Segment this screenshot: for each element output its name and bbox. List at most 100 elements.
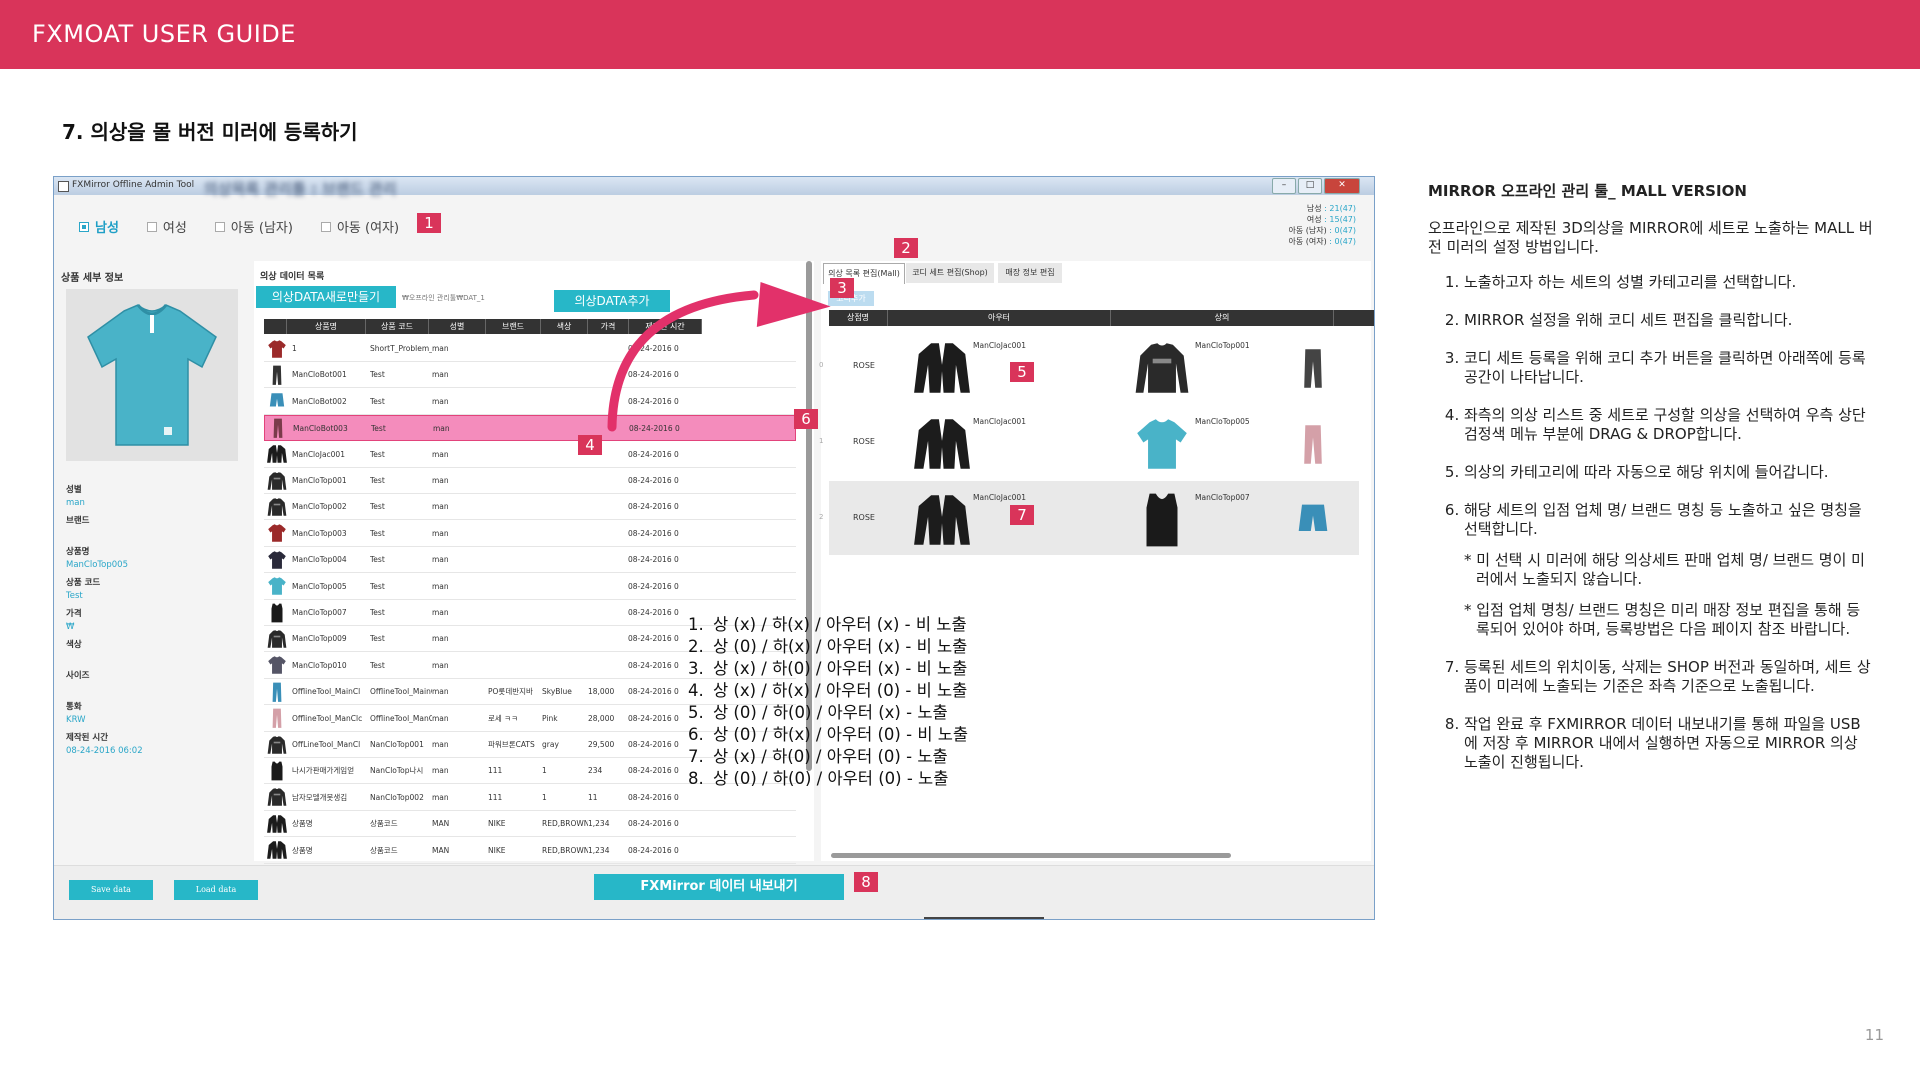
tank-icon [271,761,283,781]
row-cell-gender: MAN [432,845,450,855]
list-header-cell[interactable]: 성별 [429,319,486,334]
export-button[interactable]: FXMirror 데이터 내보내기 [594,874,844,900]
set-header: 상점명 아우터 상의 [829,310,1374,326]
row-cell-date: 08-24-2016 0 [628,449,679,459]
tab-store-info[interactable]: 매장 정보 편집 [998,263,1062,283]
close-button[interactable]: ✕ [1324,178,1360,194]
count-value: : 0(47) [1326,226,1356,235]
table-row[interactable]: ManCloTop004 Test man 08-24-2016 0 [264,547,796,574]
guide-title: FXMOAT USER GUIDE [32,20,296,48]
app-icon [58,181,69,192]
filter-option[interactable]: 아동 (남자) [214,217,293,236]
table-row[interactable]: ManCloTop002 Test man 08-24-2016 0 [264,494,796,521]
row-cell-gender: man [432,608,449,617]
table-row[interactable]: 상품명 상품코드 MAN NIKE RED,BROWN1,234 08-24-2016 0 [264,811,796,838]
exposure-rules: 상 (x) / 하(x) / 아우터 (x) - 비 노출상 (0) / 하(x… [679,614,968,790]
row-cell-name: ManCloTop009 [292,634,347,644]
filter-checkbox[interactable] [320,221,331,232]
row-cell-date: 08-24-2016 0 [628,555,679,565]
set-brand[interactable]: ROSE [853,361,875,370]
row-cell-code: OfflineTool_MainCl [370,687,432,697]
row-cell-gender: man [432,370,449,380]
bottom-toolbar: Save data Load data FXMirror 데이터 내보내기 8 [54,865,1374,919]
gender-filter: 남성 여성 아동 (남자) 아동 (여자) [79,217,427,236]
list-header-thumb [264,319,287,334]
pants-icon [1304,349,1322,388]
list-header-cell[interactable]: 상품명 [287,319,366,334]
table-row[interactable]: ManCloTop005 Test man 08-24-2016 0 [264,574,796,600]
row-cell-gender: man [432,581,449,591]
set-brand[interactable]: ROSE [853,513,875,522]
set-brand[interactable]: ROSE [853,437,875,446]
row-cell-name: OfflineTool_MainCl [292,687,361,697]
detail-field-value [66,652,236,665]
detail-field-label: 상품명 [66,547,90,557]
guide-header: FXMOAT USER GUIDE [0,0,1920,69]
filter-label: 여성 [162,221,187,236]
tab-coordi-set[interactable]: 코디 세트 편집(Shop) [906,263,994,283]
row-cell-name: ManCloTop004 [292,555,347,565]
filter-checkbox[interactable] [214,221,225,232]
row-cell-code: Test [370,370,385,380]
load-data-button[interactable]: Load data [174,880,258,900]
row-cell-code: ShortT_Problem_te [370,344,432,353]
row-cell-price: 1,234 [588,819,610,829]
row-cell-name: 1 [292,344,297,353]
detail-field-label: 성별 [66,485,82,495]
filter-option[interactable]: 남성 [79,217,119,236]
top-garment [1131,489,1193,551]
new-data-button[interactable]: 의상DATA새로만들기 [256,286,396,308]
preview-scrollbar[interactable] [831,853,1231,858]
guide-step: 좌측의 의상 리스트 중 세트로 구성할 의상을 선택하여 우측 상단 검정색 … [1464,406,1873,444]
filter-checkbox[interactable] [79,221,89,232]
filter-option[interactable]: 아동 (여자) [320,217,399,236]
row-cell-code: Test [370,555,385,565]
row-thumbnail [266,760,288,782]
guide-step-text: 좌측의 의상 리스트 중 세트로 구성할 의상을 선택하여 우측 상단 검정색 … [1464,406,1866,443]
marker-1: 1 [417,213,441,233]
longsleeve-icon [267,471,287,490]
detail-field-value [66,528,236,541]
save-data-button[interactable]: Save data [69,880,153,900]
table-row[interactable]: ManCloJac001 Test man 08-24-2016 0 [264,442,796,468]
minimize-button[interactable]: – [1272,178,1296,194]
guide-step-text: 의상의 카테고리에 따라 자동으로 해당 위치에 들어갑니다. [1464,463,1829,481]
row-cell-name: 남자모델개못생김 [292,792,348,802]
row-cell-price: 234 [588,766,603,776]
table-row[interactable]: ManCloTop003 Test man 08-24-2016 0 [264,521,796,547]
list-header-cell[interactable]: 브랜드 [486,319,541,334]
detail-field-value: KRW [66,715,86,725]
row-thumbnail [266,496,288,518]
table-row[interactable]: ManCloTop001 Test man 08-24-2016 0 [264,468,796,494]
row-thumbnail [266,707,288,729]
guide-step-text: 작업 완료 후 FXMIRROR 데이터 내보내기를 통해 파일을 USB에 저… [1464,715,1861,771]
table-row[interactable]: 상품명 상품코드 MAN NIKE RED,BROWN1,234 08-24-2016 0 [264,838,796,864]
window-titlebar: FXMirror Offline Admin Tool 의상목록 관리툴 : 브… [54,177,1374,198]
row-cell-name: OffLineTool_ManCl [292,740,361,749]
row-cell-price: 11 [588,792,598,802]
list-header-cell[interactable]: 상품 코드 [366,319,429,334]
row-thumbnail [266,338,288,360]
restore-button[interactable]: □ [1298,178,1322,194]
row-cell-name: ManCloBot001 [292,370,347,380]
row-cell-brand: NIKE [488,845,506,855]
detail-field-value: 08-24-2016 06:02 [66,746,143,756]
row-thumbnail [266,681,288,703]
guide-column: MIRROR 오프라인 관리 툴_ MALL VERSION 오프라인으로 제작… [1428,182,1873,791]
list-header-cell[interactable]: 색상 [541,319,588,334]
guide-steps: 노출하고자 하는 세트의 성별 카테고리를 선택합니다. MIRROR 설정을 위… [1428,273,1873,772]
coordi-set-row[interactable]: 1 ROSE ManCloJac001 ManCloTop005 [819,405,1359,479]
tshirt-icon [268,656,286,675]
coordi-set-row[interactable]: 0 ROSE ManCloJac001 ManCloTop001 [819,329,1359,403]
filter-option[interactable]: 여성 [146,217,187,236]
guide-step: 해당 세트의 입점 업체 명/ 브랜드 명칭 등 노출하고 싶은 명칭을 선택합… [1464,501,1873,639]
row-cell-name: ManCloTop003 [292,528,347,538]
detail-field-label: 사이즈 [66,671,90,681]
row-cell-price: 29,500 [588,740,615,749]
coordi-set-row[interactable]: 2 ROSE ManCloJac001 ManCloTop007 [819,481,1359,555]
row-cell-code: 상품코드 [370,819,398,829]
filter-checkbox[interactable] [146,221,157,232]
guide-step-text: 해당 세트의 입점 업체 명/ 브랜드 명칭 등 노출하고 싶은 명칭을 선택합… [1464,501,1862,538]
row-thumbnail [266,813,288,835]
row-thumbnail [266,786,288,808]
